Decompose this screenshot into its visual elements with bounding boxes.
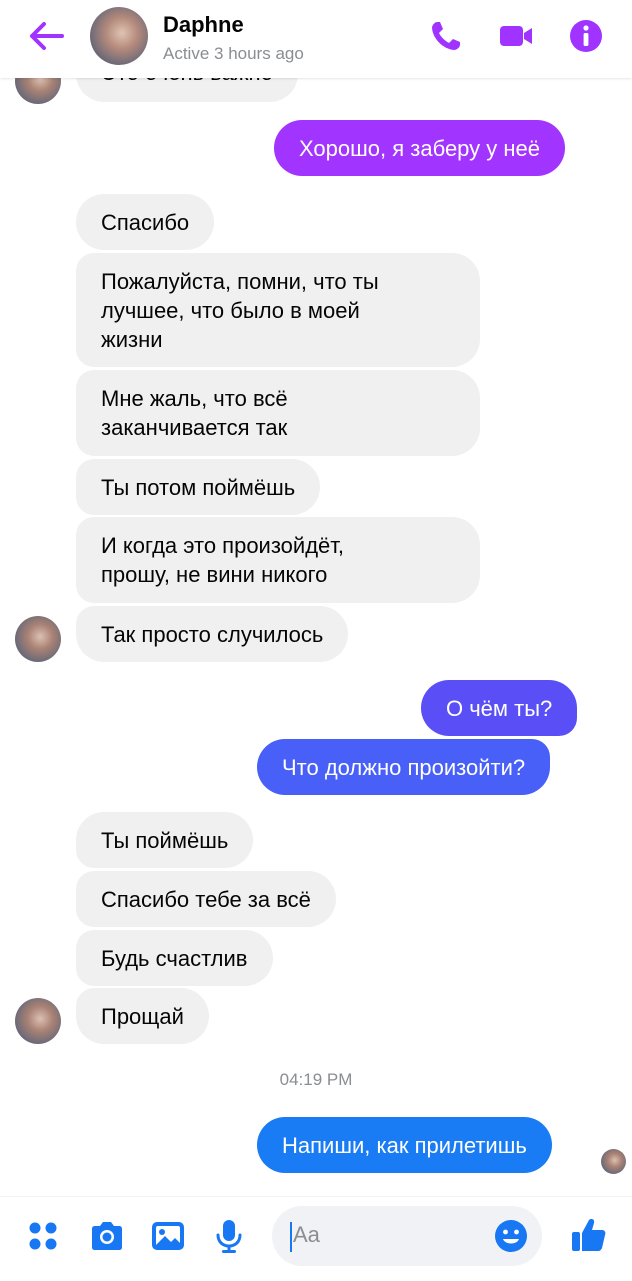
back-arrow-icon[interactable]	[26, 18, 66, 54]
message-input[interactable]: Aa	[272, 1206, 542, 1266]
contact-avatar[interactable]	[90, 7, 148, 65]
message-bubble-outgoing[interactable]: Что должно произойти?	[257, 739, 551, 795]
contact-avatar[interactable]	[15, 998, 61, 1044]
active-status: Active 3 hours ago	[163, 44, 304, 63]
info-icon[interactable]	[568, 18, 604, 54]
message-bubble-incoming[interactable]: Так просто случилось	[76, 606, 349, 662]
message-timestamp: 04:19 PM	[279, 1070, 353, 1089]
message-input-placeholder: Aa	[293, 1222, 320, 1247]
message-bubble-incoming[interactable]: Прощай	[76, 988, 209, 1044]
message-text-line: прошу, не вини никого	[101, 562, 328, 587]
message-composer: Aa	[0, 1196, 632, 1281]
message-text-line: заканчивается так	[101, 415, 288, 440]
message-bubble-outgoing[interactable]: Хорошо, я заберу у неё	[274, 120, 566, 176]
apps-grid-icon[interactable]	[24, 1217, 62, 1255]
message-bubble-incoming[interactable]: Спасибо	[76, 194, 215, 250]
phone-icon[interactable]	[428, 18, 464, 54]
message-bubble-incoming[interactable]: Ты потом поймёшь	[76, 459, 321, 515]
message-text: Ты потом поймёшь	[101, 475, 296, 500]
contact-name[interactable]: Daphne	[163, 12, 244, 38]
message-text: Так просто случилось	[101, 622, 324, 647]
message-thread[interactable]: Это очень важно Хорошо, я заберу у неё С…	[0, 0, 632, 1196]
gallery-icon[interactable]	[149, 1217, 187, 1255]
message-text-line: жизни	[101, 327, 163, 352]
message-text: Будь счастлив	[101, 946, 248, 971]
message-text: Спасибо	[101, 210, 190, 235]
chat-header: Daphne Active 3 hours ago	[0, 0, 632, 78]
message-text: Ты поймёшь	[101, 828, 229, 853]
message-bubble-outgoing[interactable]: Напиши, как прилетишь	[257, 1117, 552, 1173]
message-text-line: Пожалуйста, помни, что ты	[101, 269, 379, 294]
message-text: Хорошо, я заберу у неё	[299, 136, 541, 161]
camera-icon[interactable]	[88, 1217, 126, 1255]
thumbs-up-icon[interactable]	[569, 1215, 609, 1255]
message-text-line: лучшее, что было в моей	[101, 298, 360, 323]
message-bubble-incoming[interactable]: Будь счастлив	[76, 930, 273, 986]
message-bubble-incoming[interactable]: Мне жаль, что всё заканчивается так	[76, 370, 480, 456]
message-bubble-incoming[interactable]: И когда это произойдёт, прошу, не вини н…	[76, 517, 480, 603]
message-bubble-incoming[interactable]: Пожалуйста, помни, что ты лучшее, что бы…	[76, 253, 480, 367]
video-camera-icon[interactable]	[498, 18, 534, 54]
message-text: Что должно произойти?	[282, 755, 526, 780]
message-text: Напиши, как прилетишь	[282, 1133, 527, 1158]
message-text: О чём ты?	[446, 696, 553, 721]
text-caret	[290, 1222, 292, 1252]
emoji-icon[interactable]	[491, 1216, 531, 1256]
message-text-line: И когда это произойдёт,	[101, 533, 345, 558]
message-text-line: Мне жаль, что всё	[101, 386, 288, 411]
message-bubble-incoming[interactable]: Ты поймёшь	[76, 812, 254, 868]
microphone-icon[interactable]	[210, 1217, 248, 1255]
message-bubble-outgoing[interactable]: О чём ты?	[421, 680, 578, 736]
message-text: Прощай	[101, 1004, 184, 1029]
seen-receipt-avatar	[601, 1149, 626, 1174]
message-bubble-incoming[interactable]: Спасибо тебе за всё	[76, 871, 336, 927]
message-text: Спасибо тебе за всё	[101, 887, 311, 912]
contact-avatar[interactable]	[15, 616, 61, 662]
